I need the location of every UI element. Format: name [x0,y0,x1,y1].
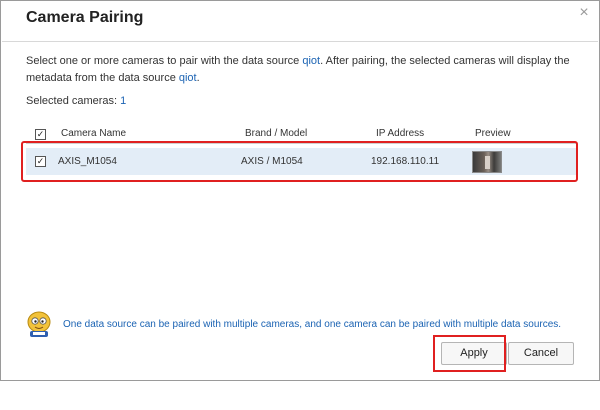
select-all-checkbox[interactable]: ✓ [35,129,46,140]
column-ip-address[interactable]: IP Address [376,128,424,139]
description-text: Select one or more cameras to pair with … [26,53,571,87]
data-source-link[interactable]: qiot [302,55,320,67]
selected-count-value: 1 [120,95,127,107]
column-preview: Preview [475,128,511,139]
dialog-title: Camera Pairing [26,9,144,26]
column-camera-name[interactable]: Camera Name [61,128,126,139]
selected-cameras-label: Selected cameras: [26,95,121,107]
apply-highlight-annotation [433,335,506,372]
selected-cameras-count: Selected cameras: 1 [26,95,126,107]
column-brand-model[interactable]: Brand / Model [245,128,307,139]
mascot-icon [27,311,51,337]
data-source-link[interactable]: qiot [179,72,197,84]
cancel-button[interactable]: Cancel [508,342,574,365]
description-part1: Select one or more cameras to pair with … [26,55,303,67]
close-icon[interactable]: × [577,5,591,21]
title-divider [2,41,598,42]
pairing-hint-text: One data source can be paired with multi… [63,319,562,330]
camera-pairing-dialog: Camera Pairing × Select one or more came… [0,0,600,381]
description-part3: . [196,72,200,84]
row-highlight-annotation [21,141,578,182]
